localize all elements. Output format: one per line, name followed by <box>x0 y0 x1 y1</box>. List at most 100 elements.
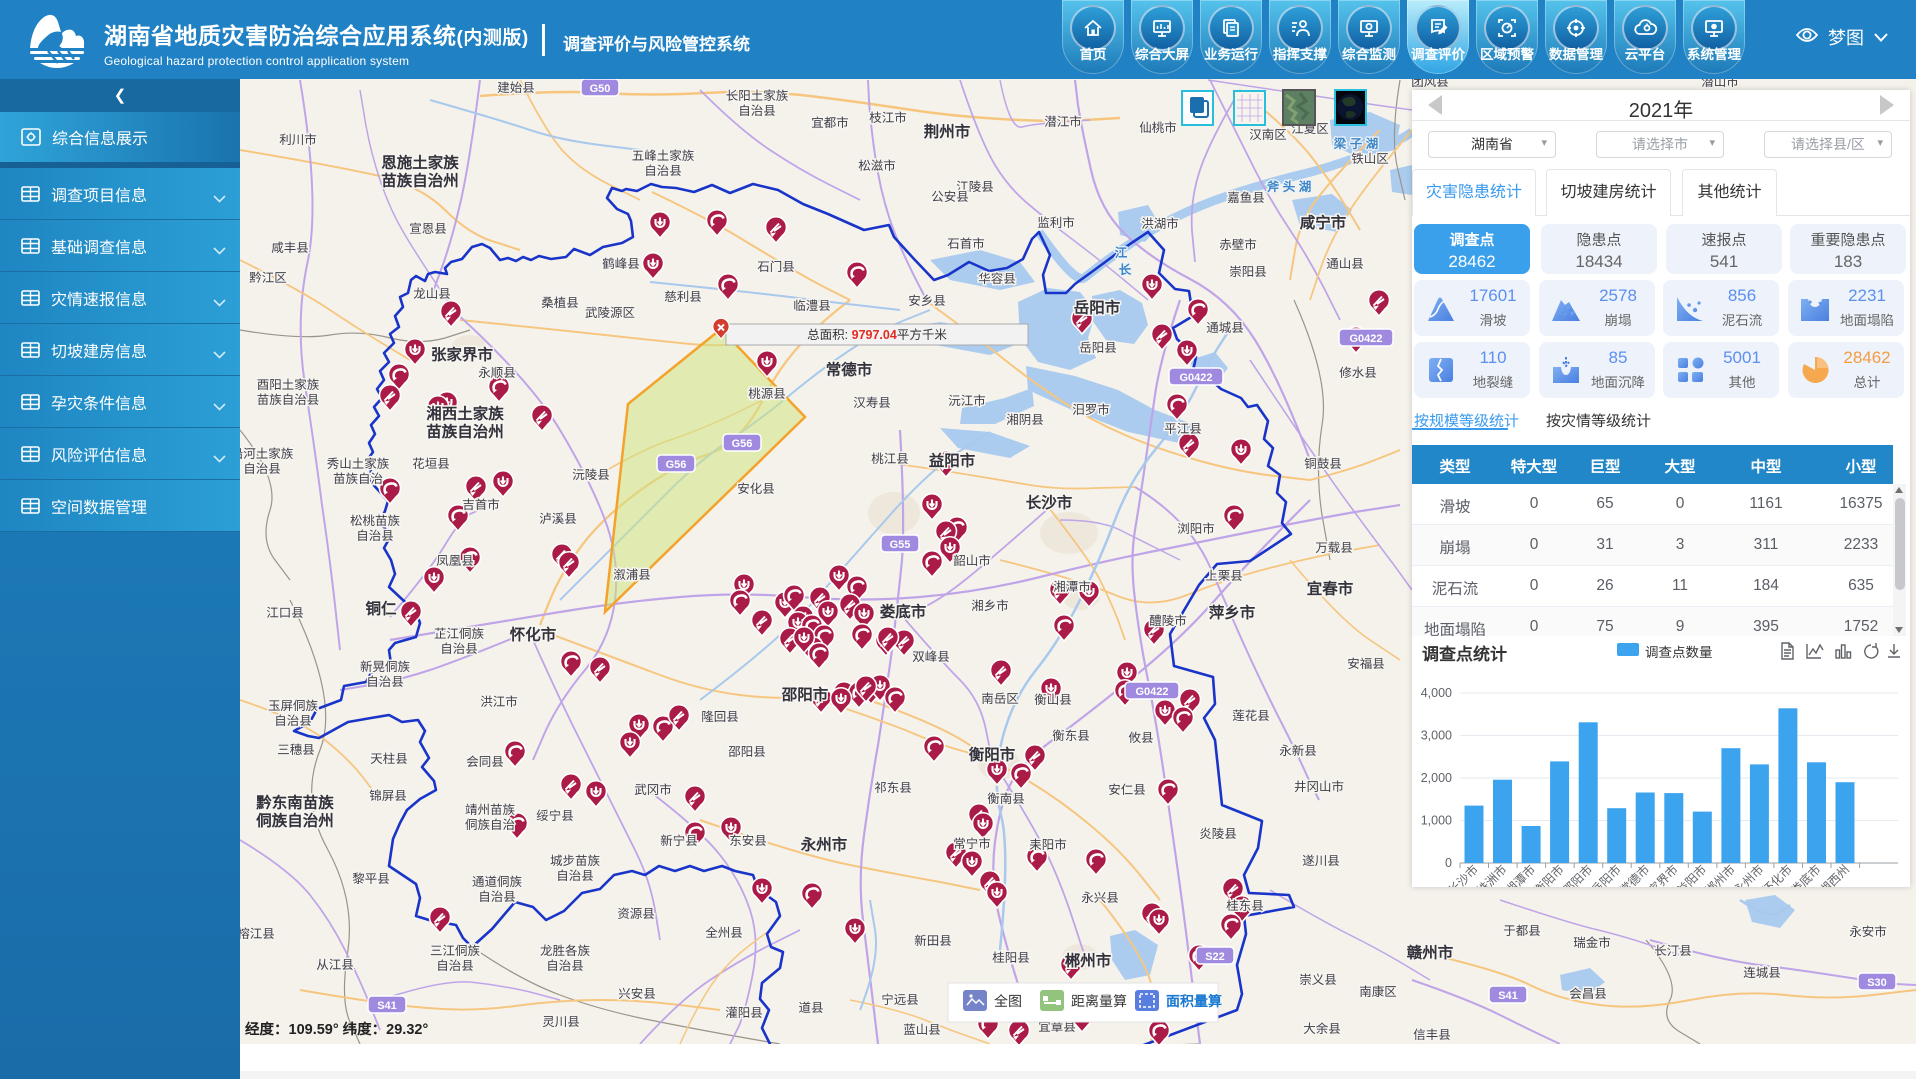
svg-text:永顺县: 永顺县 <box>478 366 516 380</box>
svg-text:株洲市: 株洲市 <box>1474 862 1509 887</box>
svg-text:洪湖市: 洪湖市 <box>1141 217 1179 231</box>
svg-text:潜山市: 潜山市 <box>1701 79 1739 89</box>
svg-text:榕江县: 榕江县 <box>239 927 275 941</box>
svg-text:S22: S22 <box>1205 951 1225 963</box>
svg-text:瑞金市: 瑞金市 <box>1573 936 1611 950</box>
svg-text:斧 头 湖: 斧 头 湖 <box>1267 180 1311 194</box>
svg-text:遂川县: 遂川县 <box>1302 854 1340 868</box>
svg-text:衡东县: 衡东县 <box>1052 729 1090 743</box>
svg-text:芷江侗族: 芷江侗族 <box>434 627 485 641</box>
svg-text:自治县: 自治县 <box>436 959 474 973</box>
svg-text:通山县: 通山县 <box>1326 257 1364 271</box>
svg-text:靖州苗族: 靖州苗族 <box>465 803 516 817</box>
svg-text:娄底市: 娄底市 <box>1788 862 1823 887</box>
svg-text:三江侗族: 三江侗族 <box>430 944 481 958</box>
svg-text:常德市: 常德市 <box>826 361 873 379</box>
svg-text:酉阳土家族: 酉阳土家族 <box>257 378 320 392</box>
svg-text:黔东南苗族: 黔东南苗族 <box>256 794 334 812</box>
svg-text:永州市: 永州市 <box>1731 862 1766 887</box>
svg-text:S41: S41 <box>377 1000 397 1012</box>
svg-text:衡阳市: 衡阳市 <box>1531 862 1566 887</box>
svg-text:修水县: 修水县 <box>1339 366 1377 380</box>
svg-text:全州县: 全州县 <box>705 926 743 940</box>
svg-text:G0422: G0422 <box>1179 372 1212 384</box>
svg-text:吉首市: 吉首市 <box>462 498 500 512</box>
svg-text:兴安县: 兴安县 <box>618 987 656 1001</box>
svg-text:湘阴县: 湘阴县 <box>1006 413 1044 427</box>
svg-text:上栗县: 上栗县 <box>1205 569 1243 583</box>
svg-text:3,000: 3,000 <box>1421 729 1452 743</box>
svg-text:秀山土家族: 秀山土家族 <box>327 457 390 471</box>
svg-text:恩施土家族: 恩施土家族 <box>381 154 459 172</box>
svg-text:自治县: 自治县 <box>243 462 281 476</box>
svg-text:面积量算: 面积量算 <box>1166 993 1222 1009</box>
svg-text:G0422: G0422 <box>1349 333 1382 345</box>
svg-text:邵阳市: 邵阳市 <box>781 686 829 704</box>
svg-text:建始县: 建始县 <box>497 81 535 95</box>
svg-text:常宁市: 常宁市 <box>953 837 991 851</box>
svg-text:江: 江 <box>1115 246 1128 260</box>
svg-text:仙桃市: 仙桃市 <box>1139 121 1177 135</box>
svg-text:桂东县: 桂东县 <box>1226 899 1264 913</box>
svg-text:自治县: 自治县 <box>546 959 584 973</box>
svg-text:团风县: 团风县 <box>1411 79 1449 89</box>
svg-text:衡阳市: 衡阳市 <box>969 746 1016 764</box>
svg-text:安化县: 安化县 <box>737 482 775 496</box>
svg-text:自治县: 自治县 <box>478 890 516 904</box>
svg-text:监利市: 监利市 <box>1037 216 1075 230</box>
svg-text:安福县: 安福县 <box>1347 657 1385 671</box>
svg-text:崇阳县: 崇阳县 <box>1229 265 1267 279</box>
svg-text:玉屏侗族: 玉屏侗族 <box>268 699 319 713</box>
svg-text:铜仁: 铜仁 <box>365 600 397 618</box>
svg-text:宜春市: 宜春市 <box>1307 580 1354 598</box>
svg-text:桃源县: 桃源县 <box>748 387 786 401</box>
svg-text:隆回县: 隆回县 <box>701 710 739 724</box>
svg-text:连城县: 连城县 <box>1743 966 1781 980</box>
svg-text:自治县: 自治县 <box>440 642 478 656</box>
svg-text:咸丰县: 咸丰县 <box>271 241 309 255</box>
svg-text:铁山区: 铁山区 <box>1351 152 1389 166</box>
svg-text:通城县: 通城县 <box>1206 321 1244 335</box>
svg-text:龙山县: 龙山县 <box>413 287 451 301</box>
svg-text:于都县: 于都县 <box>1503 924 1541 938</box>
svg-text:怀化市: 怀化市 <box>1760 862 1795 887</box>
svg-text:三穗县: 三穗县 <box>277 743 315 757</box>
svg-text:五峰土家族: 五峰土家族 <box>632 149 695 163</box>
svg-text:嘉鱼县: 嘉鱼县 <box>1227 191 1265 205</box>
svg-text:湘乡市: 湘乡市 <box>971 599 1009 613</box>
svg-text:G55: G55 <box>890 539 911 551</box>
svg-text:经度：109.59° 纬度：29.32°: 经度：109.59° 纬度：29.32° <box>245 1021 428 1038</box>
svg-text:自治县: 自治县 <box>644 164 682 178</box>
svg-text:G56: G56 <box>666 459 687 471</box>
svg-text:自治县: 自治县 <box>556 869 594 883</box>
svg-text:岳阳市: 岳阳市 <box>1074 299 1121 317</box>
svg-text:永安市: 永安市 <box>1849 925 1887 939</box>
svg-text:万载县: 万载县 <box>1315 541 1353 555</box>
svg-text:2,000: 2,000 <box>1421 771 1452 785</box>
svg-text:桂阳县: 桂阳县 <box>992 951 1030 965</box>
svg-text:咸宁市: 咸宁市 <box>1300 214 1347 232</box>
svg-text:会昌县: 会昌县 <box>1569 987 1607 1001</box>
svg-text:S41: S41 <box>1498 990 1518 1002</box>
svg-text:距离量算: 距离量算 <box>1071 993 1127 1009</box>
svg-text:双峰县: 双峰县 <box>912 650 950 664</box>
svg-text:邵阳县: 邵阳县 <box>728 745 766 759</box>
svg-text:祁东县: 祁东县 <box>874 781 912 795</box>
svg-text:东安县: 东安县 <box>729 834 767 848</box>
svg-text:泸溪县: 泸溪县 <box>539 512 577 526</box>
svg-text:灵川县: 灵川县 <box>542 1015 580 1029</box>
svg-text:新田县: 新田县 <box>914 934 952 948</box>
svg-text:荆州市: 荆州市 <box>924 123 971 141</box>
svg-text:自治县: 自治县 <box>274 714 312 728</box>
svg-text:江口县: 江口县 <box>266 606 304 620</box>
svg-text:从江县: 从江县 <box>316 958 354 972</box>
svg-text:娄底市: 娄底市 <box>880 603 927 621</box>
svg-text:慈利县: 慈利县 <box>664 290 702 304</box>
svg-text:石首市: 石首市 <box>947 237 985 251</box>
svg-text:黔江区: 黔江区 <box>249 271 287 285</box>
svg-text:益阳市: 益阳市 <box>929 452 976 470</box>
svg-text:炎陵县: 炎陵县 <box>1199 827 1237 841</box>
svg-text:新宁县: 新宁县 <box>660 834 698 848</box>
svg-text:耒阳市: 耒阳市 <box>1029 838 1067 852</box>
svg-text:宁远县: 宁远县 <box>881 993 919 1007</box>
